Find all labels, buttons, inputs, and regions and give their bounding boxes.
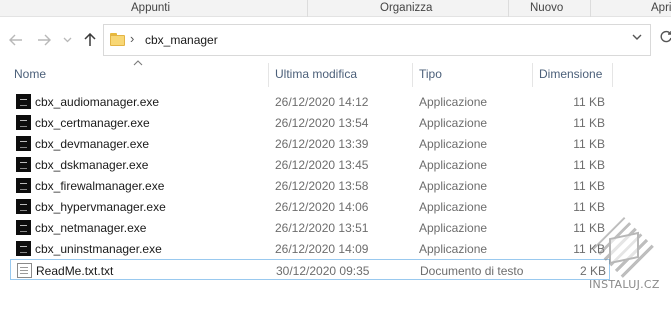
file-name: cbx_uninstmanager.exe	[35, 242, 162, 256]
ribbon-group-labels: Appunti Organizza Nuovo Apri	[0, 0, 671, 17]
application-icon	[16, 241, 31, 256]
forward-button[interactable]	[34, 30, 54, 50]
navigation-bar: › cbx_manager	[0, 17, 671, 63]
folder-icon	[110, 33, 125, 46]
ribbon-group-open: Apri	[651, 2, 671, 14]
watermark-text: INSTALUJ.CZ	[589, 278, 660, 291]
text-document-icon	[17, 263, 32, 278]
file-row[interactable]: cbx_hypervmanager.exe 26/12/2020 14:06 App…	[10, 196, 610, 217]
column-header-type[interactable]: Tipo	[419, 67, 442, 81]
file-type: Applicazione	[419, 158, 488, 172]
file-row[interactable]: cbx_dskmanager.exe 26/12/2020 13:45 Applic…	[10, 154, 610, 175]
file-name: cbx_certmanager.exe	[35, 116, 150, 130]
refresh-button[interactable]	[659, 30, 671, 48]
up-button[interactable]	[80, 30, 100, 50]
file-type: Documento di testo	[420, 264, 524, 278]
application-icon	[16, 199, 31, 214]
file-name: ReadMe.txt.txt	[36, 264, 114, 278]
ribbon-divider	[508, 0, 509, 17]
file-type: Applicazione	[419, 116, 488, 130]
application-icon	[16, 178, 31, 193]
file-modified: 26/12/2020 13:51	[275, 221, 369, 235]
column-resize-handle[interactable]	[268, 63, 269, 87]
address-bar[interactable]: › cbx_manager	[103, 24, 651, 56]
file-modified: 26/12/2020 14:09	[275, 242, 369, 256]
file-modified: 26/12/2020 14:12	[275, 95, 369, 109]
file-type: Applicazione	[419, 137, 488, 151]
file-modified: 26/12/2020 13:58	[275, 179, 369, 193]
file-row[interactable]: cbx_audiomanager.exe 26/12/2020 14:12 Appl…	[10, 91, 610, 112]
file-name: cbx_firewalmanager.exe	[35, 179, 165, 193]
column-resize-handle[interactable]	[532, 63, 533, 87]
file-type: Applicazione	[419, 200, 488, 214]
refresh-icon	[660, 30, 671, 43]
file-name: cbx_dskmanager.exe	[35, 158, 149, 172]
file-row[interactable]: cbx_firewalmanager.exe 26/12/2020 13:58 Ap…	[10, 175, 610, 196]
chevron-down-icon	[63, 37, 71, 43]
sort-ascending-icon	[133, 58, 143, 68]
watermark-logo-icon	[593, 217, 655, 279]
ribbon-group-new: Nuovo	[530, 2, 564, 14]
file-row[interactable]: cbx_uninstmanager.exe 26/12/2020 14:09 App…	[10, 238, 610, 259]
file-name: cbx_netmanager.exe	[35, 221, 147, 235]
breadcrumb-current-folder[interactable]: cbx_manager	[145, 33, 218, 47]
column-headers: Nome Ultima modifica Tipo Dimensione	[0, 60, 671, 87]
application-icon	[16, 136, 31, 151]
file-size: 11 KB	[573, 179, 605, 193]
application-icon	[16, 94, 31, 109]
file-name: cbx_hypervmanager.exe	[35, 200, 166, 214]
column-resize-handle[interactable]	[412, 63, 413, 87]
arrow-left-icon	[9, 34, 22, 46]
file-size: 11 KB	[573, 158, 605, 172]
column-resize-handle[interactable]	[612, 63, 613, 87]
arrow-right-icon	[38, 34, 51, 46]
column-header-size[interactable]: Dimensione	[539, 67, 602, 81]
address-dropdown-button[interactable]	[632, 32, 642, 44]
file-type: Applicazione	[419, 221, 488, 235]
column-header-name[interactable]: Nome	[14, 67, 46, 81]
file-row[interactable]: cbx_certmanager.exe 26/12/2020 13:54 Appli…	[10, 112, 610, 133]
file-modified: 26/12/2020 13:54	[275, 116, 369, 130]
file-type: Applicazione	[419, 242, 488, 256]
file-modified: 26/12/2020 13:39	[275, 137, 369, 151]
application-icon	[16, 115, 31, 130]
recent-locations-button[interactable]	[60, 30, 74, 50]
application-icon	[16, 220, 31, 235]
file-type: Applicazione	[419, 179, 488, 193]
file-name: cbx_audiomanager.exe	[35, 95, 160, 109]
ribbon-group-organize: Organizza	[380, 2, 433, 14]
ribbon-divider	[307, 0, 308, 17]
file-size: 11 KB	[573, 95, 605, 109]
file-row[interactable]: cbx_netmanager.exe 26/12/2020 13:51 Applic…	[10, 217, 610, 238]
chevron-down-icon	[632, 34, 642, 40]
breadcrumb-separator[interactable]: ›	[130, 31, 134, 46]
file-name: cbx_devmanager.exe	[35, 137, 150, 151]
arrow-up-icon	[84, 33, 96, 46]
file-row[interactable]: cbx_devmanager.exe 26/12/2020 13:39 Applic…	[10, 133, 610, 154]
file-size: 11 KB	[573, 137, 605, 151]
watermark: INSTALUJ.CZ	[585, 217, 665, 297]
file-size: 11 KB	[573, 116, 605, 130]
column-header-modified[interactable]: Ultima modifica	[275, 67, 357, 81]
file-type: Applicazione	[419, 95, 488, 109]
application-icon	[16, 157, 31, 172]
file-size: 11 KB	[573, 200, 605, 214]
file-modified: 30/12/2020 09:35	[276, 264, 370, 278]
ribbon-group-clipboard: Appunti	[131, 2, 171, 14]
back-button[interactable]	[6, 30, 26, 50]
file-modified: 26/12/2020 14:06	[275, 200, 369, 214]
file-row[interactable]: ReadMe.txt.txt 30/12/2020 09:35 Documento …	[10, 259, 610, 280]
ribbon-divider	[590, 0, 591, 17]
file-modified: 26/12/2020 13:45	[275, 158, 369, 172]
